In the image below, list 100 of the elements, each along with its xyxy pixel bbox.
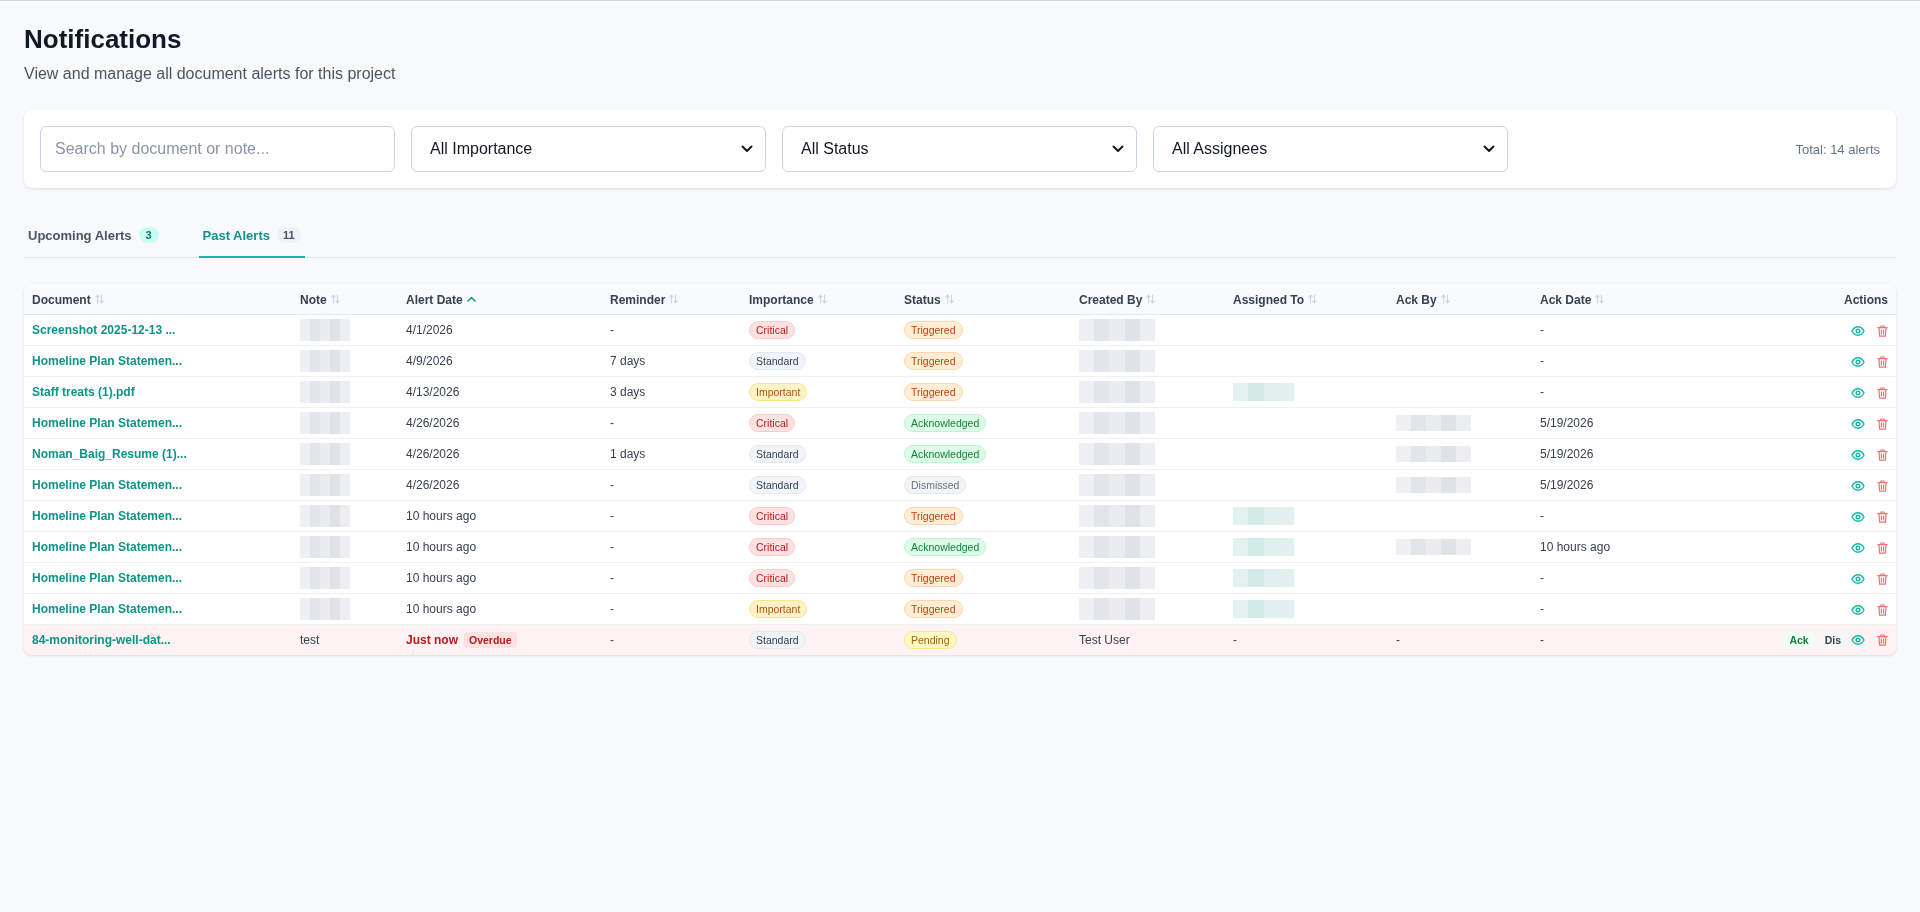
column-header: Status bbox=[904, 292, 941, 307]
delete-icon[interactable] bbox=[1877, 417, 1888, 430]
document-link[interactable]: Homeline Plan Statemen... bbox=[32, 571, 183, 585]
chevron-up-icon[interactable] bbox=[466, 296, 476, 303]
document-link[interactable]: Homeline Plan Statemen... bbox=[32, 540, 183, 554]
note-text: test bbox=[300, 633, 320, 647]
reminder-text: 3 days bbox=[610, 385, 646, 399]
created-by-text: Test User bbox=[1079, 633, 1130, 647]
document-link[interactable]: Screenshot 2025-12-13 ... bbox=[32, 323, 176, 337]
sort-icon[interactable] bbox=[1308, 294, 1318, 305]
alert-date: 4/9/2026 bbox=[406, 354, 453, 368]
page-subtitle: View and manage all document alerts for this project bbox=[24, 64, 397, 84]
column-header: Actions bbox=[1844, 292, 1888, 307]
document-link[interactable]: Noman_Baig_Resume (1)... bbox=[32, 447, 187, 461]
importance-badge: Critical bbox=[749, 538, 796, 556]
column-header: Importance bbox=[749, 292, 814, 307]
sort-icon[interactable] bbox=[1146, 294, 1156, 305]
delete-icon[interactable] bbox=[1877, 448, 1888, 461]
status-badge: Triggered bbox=[904, 600, 963, 618]
view-icon[interactable] bbox=[1851, 325, 1865, 336]
reminder-text: - bbox=[610, 416, 614, 430]
delete-icon[interactable] bbox=[1877, 355, 1888, 368]
sort-icon[interactable] bbox=[1440, 294, 1450, 305]
view-icon[interactable] bbox=[1851, 387, 1865, 398]
view-icon[interactable] bbox=[1851, 573, 1865, 584]
view-icon[interactable] bbox=[1851, 635, 1865, 645]
status-badge: Triggered bbox=[904, 383, 963, 401]
column-header: Assigned To bbox=[1233, 292, 1305, 307]
document-link[interactable]: Homeline Plan Statemen... bbox=[32, 416, 183, 430]
column-header: Ack By bbox=[1396, 292, 1437, 307]
view-icon[interactable] bbox=[1851, 418, 1865, 429]
delete-icon[interactable] bbox=[1877, 572, 1888, 585]
ack-date: - bbox=[1540, 633, 1544, 647]
importance-badge: Critical bbox=[749, 569, 796, 587]
ack-date: - bbox=[1540, 602, 1544, 616]
reminder-text: - bbox=[610, 602, 614, 616]
importance-badge: Standard bbox=[749, 445, 806, 463]
filter-dropdown[interactable]: All Assignees bbox=[1153, 126, 1508, 172]
delete-icon[interactable] bbox=[1877, 479, 1888, 492]
document-link[interactable]: Homeline Plan Statemen... bbox=[32, 509, 183, 523]
column-header: Note bbox=[300, 292, 327, 307]
delete-icon[interactable] bbox=[1877, 386, 1888, 399]
document-link[interactable]: 84-monitoring-well-dat... bbox=[32, 633, 171, 647]
view-icon[interactable] bbox=[1851, 604, 1865, 615]
importance-badge: Standard bbox=[749, 631, 806, 649]
ack-date: - bbox=[1540, 571, 1544, 585]
column-header: Document bbox=[32, 292, 91, 307]
delete-icon[interactable] bbox=[1877, 634, 1888, 646]
status-badge: Acknowledged bbox=[904, 414, 987, 432]
filter-dropdown[interactable]: All Status bbox=[782, 126, 1137, 172]
sort-icon[interactable] bbox=[817, 294, 827, 305]
tab[interactable]: Past Alerts 11 bbox=[198, 214, 305, 258]
document-link[interactable]: Homeline Plan Statemen... bbox=[32, 478, 183, 492]
sort-icon[interactable] bbox=[944, 294, 954, 305]
ack-date: 5/19/2026 bbox=[1540, 447, 1594, 461]
filter-dropdown[interactable]: All Importance bbox=[411, 126, 766, 172]
sort-icon[interactable] bbox=[669, 294, 679, 305]
view-icon[interactable] bbox=[1851, 480, 1865, 491]
reminder-text: - bbox=[610, 478, 614, 492]
status-badge: Triggered bbox=[904, 321, 963, 339]
view-icon[interactable] bbox=[1851, 511, 1865, 522]
importance-badge: Standard bbox=[749, 352, 806, 370]
chevron-down-icon bbox=[1483, 145, 1495, 153]
alert-total: Total: 14 alerts bbox=[1795, 141, 1880, 157]
delete-icon[interactable] bbox=[1877, 324, 1888, 337]
alert-date: 10 hours ago bbox=[406, 540, 477, 554]
sort-icon[interactable] bbox=[1595, 294, 1605, 305]
reminder-text: 1 days bbox=[610, 447, 646, 461]
search-field[interactable]: Search by document or note... bbox=[40, 126, 395, 172]
status-badge: Triggered bbox=[904, 569, 963, 587]
delete-icon[interactable] bbox=[1877, 603, 1888, 616]
view-icon[interactable] bbox=[1851, 449, 1865, 460]
ack-date: - bbox=[1540, 509, 1544, 523]
sort-icon[interactable] bbox=[330, 294, 340, 305]
view-icon[interactable] bbox=[1851, 542, 1865, 553]
count-badge: 3 bbox=[138, 227, 159, 243]
alert-date: 4/26/2026 bbox=[406, 447, 460, 461]
alert-date: 4/26/2026 bbox=[406, 478, 460, 492]
status-badge: Triggered bbox=[904, 507, 963, 525]
dismiss-button[interactable]: Dis bbox=[1818, 631, 1847, 649]
document-link[interactable]: Homeline Plan Statemen... bbox=[32, 602, 183, 616]
document-link[interactable]: Staff treats (1).pdf bbox=[32, 385, 135, 399]
sort-icon[interactable] bbox=[94, 294, 104, 305]
ack-date: - bbox=[1540, 354, 1544, 368]
count-badge: 11 bbox=[276, 227, 301, 243]
document-link[interactable]: Homeline Plan Statemen... bbox=[32, 354, 183, 368]
column-header: Created By bbox=[1079, 292, 1143, 307]
acknowledge-button[interactable]: Ack bbox=[1783, 631, 1815, 649]
delete-icon[interactable] bbox=[1877, 510, 1888, 523]
alert-date: 4/26/2026 bbox=[406, 416, 460, 430]
tab[interactable]: Upcoming Alerts 3 bbox=[24, 214, 163, 258]
view-icon[interactable] bbox=[1851, 356, 1865, 367]
importance-badge: Critical bbox=[749, 507, 796, 525]
column-header: Ack Date bbox=[1540, 292, 1592, 307]
reminder-text: 7 days bbox=[610, 354, 646, 368]
reminder-text: - bbox=[610, 571, 614, 585]
ack-by-text: - bbox=[1396, 633, 1400, 647]
delete-icon[interactable] bbox=[1877, 541, 1888, 554]
ack-date: 10 hours ago bbox=[1540, 540, 1611, 554]
column-header: Alert Date bbox=[406, 292, 463, 307]
